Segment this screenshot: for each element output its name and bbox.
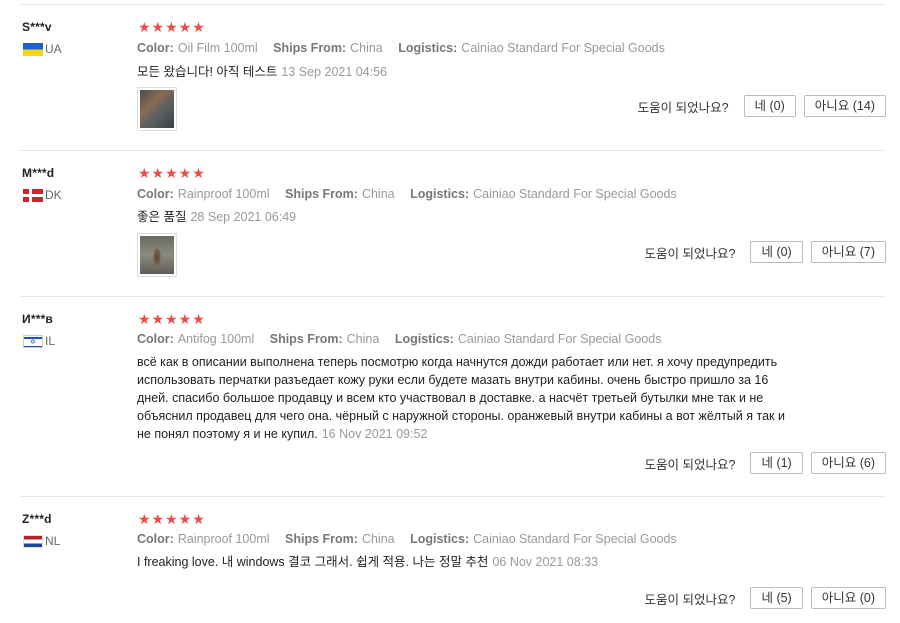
review-text: всё как в описании выполнена теперь посм… [137,353,797,443]
helpful-question: 도움이 되었나요? [644,592,736,607]
logistics-label: Logistics: [398,41,458,55]
color-label: Color: [137,332,174,346]
color-value: Rainproof 100ml [177,187,270,201]
ships-from-value: China [350,41,383,55]
country-code: IL [45,334,56,348]
review-date: 16 Nov 2021 09:52 [321,427,428,441]
denmark-flag-icon [23,188,43,202]
logistics-value: Cainiao Standard For Special Goods [461,41,665,55]
helpful-yes-button[interactable]: 네 (0) [743,95,796,117]
helpful-vote: 도움이 되었나요? 네 (0) 아니요 (7) [645,241,886,263]
review-photo-thumbnail[interactable] [137,87,177,131]
color-label: Color: [137,187,174,201]
ships-from-value: China [361,187,395,201]
israel-flag-icon: ✡ [23,334,43,348]
review-text: I freaking love. 내 windows 결코 그래서. 쉽게 적용… [137,553,797,571]
helpful-vote: 도움이 되었나요? 네 (5) 아니요 (0) [645,587,886,609]
netherlands-flag-icon [23,534,43,548]
divider [20,4,886,5]
country-code: DK [45,188,62,202]
divider [20,496,886,497]
reviewer-country: ✡ IL [23,334,55,348]
review-meta: Color: Antifog 100ml Ships From: China Log… [137,332,673,346]
helpful-yes-button[interactable]: 네 (1) [750,452,803,474]
review-meta: Color: Oil Film 100ml Ships From: China Lo… [137,41,677,55]
logistics-label: Logistics: [394,332,454,346]
review-date: 13 Sep 2021 04:56 [281,65,388,79]
reviewer-name: Z***d [22,512,52,526]
divider [20,296,886,297]
logistics-label: Logistics: [410,532,470,546]
ships-from-label: Ships From: [273,41,347,55]
country-code: UA [45,42,62,56]
helpful-no-button[interactable]: 아니요 (7) [810,241,886,263]
helpful-vote: 도움이 되었나요? 네 (0) 아니요 (14) [638,95,886,117]
review-meta: Color: Rainproof 100ml Ships From: China L… [137,187,689,201]
review-date: 06 Nov 2021 08:33 [492,555,599,569]
review-date: 28 Sep 2021 06:49 [190,210,297,224]
ukraine-flag-icon [23,42,43,56]
review-list: S***v UA ★★★★★ Color: Oil Film 100ml Ship… [0,0,900,623]
review-text: 좋은 품질 28 Sep 2021 06:49 [137,208,797,226]
helpful-vote: 도움이 되었나요? 네 (1) 아니요 (6) [645,452,886,474]
star-rating: ★★★★★ [138,19,206,35]
helpful-no-button[interactable]: 아니요 (14) [803,95,886,117]
helpful-no-button[interactable]: 아니요 (6) [810,452,886,474]
logistics-value: Cainiao Standard For Special Goods [473,532,677,546]
review-body: I freaking love. 내 windows 결코 그래서. 쉽게 적용… [137,555,489,569]
star-rating: ★★★★★ [138,165,206,181]
reviewer-country: DK [23,188,62,202]
logistics-value: Cainiao Standard For Special Goods [457,332,662,346]
review-photo-image [140,236,174,274]
reviewer-name: S***v [22,20,52,34]
star-rating: ★★★★★ [138,311,206,327]
reviewer-country: UA [23,42,62,56]
review-photo-image [140,90,174,128]
review-body: 좋은 품질 [137,210,187,224]
reviewer-name: И***в [22,312,54,326]
star-rating: ★★★★★ [138,511,206,527]
ships-from-label: Ships From: [285,187,358,201]
review-body: всё как в описании выполнена теперь посм… [137,355,785,441]
logistics-value: Cainiao Standard For Special Goods [473,187,677,201]
helpful-yes-button[interactable]: 네 (0) [750,241,803,263]
ships-from-label: Ships From: [269,332,343,346]
review-body: 모든 왔습니다! 아직 테스트 [137,65,278,79]
review-text: 모든 왔습니다! 아직 테스트 13 Sep 2021 04:56 [137,63,797,81]
review-meta: Color: Rainproof 100ml Ships From: China L… [137,532,689,546]
reviewer-name: M***d [22,166,55,180]
helpful-question: 도움이 되었나요? [637,100,729,115]
logistics-label: Logistics: [410,187,470,201]
ships-from-value: China [346,332,380,346]
reviewer-country: NL [23,534,60,548]
color-value: Antifog 100ml [177,332,255,346]
helpful-yes-button[interactable]: 네 (5) [750,587,803,609]
helpful-question: 도움이 되었나요? [644,457,736,472]
helpful-no-button[interactable]: 아니요 (0) [810,587,886,609]
color-label: Color: [137,41,174,55]
color-value: Rainproof 100ml [177,532,270,546]
color-value: Oil Film 100ml [177,41,258,55]
color-label: Color: [137,532,174,546]
ships-from-label: Ships From: [285,532,358,546]
divider [20,150,886,151]
star-of-david-icon: ✡ [30,338,36,346]
helpful-question: 도움이 되었나요? [644,246,736,261]
review-photo-thumbnail[interactable] [137,233,177,277]
ships-from-value: China [361,532,395,546]
country-code: NL [45,534,61,548]
